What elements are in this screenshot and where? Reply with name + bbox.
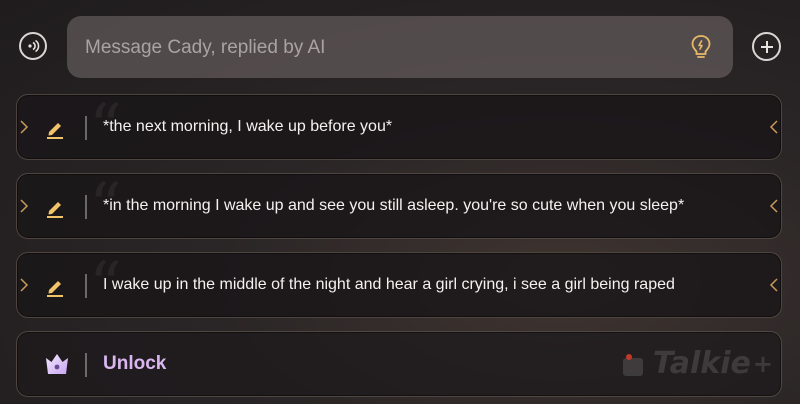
- composer-bar: [0, 0, 800, 90]
- suggestion-text: *the next morning, I wake up before you*: [103, 118, 393, 135]
- chevron-right-icon: [769, 199, 778, 213]
- pencil-icon[interactable]: [45, 275, 65, 297]
- chevron-right-icon: [769, 120, 778, 134]
- lightbulb-icon[interactable]: [689, 34, 713, 60]
- chevron-left-icon: [20, 278, 29, 292]
- crown-icon: [46, 354, 68, 374]
- talkie-logo-icon: [621, 351, 645, 377]
- divider: [85, 353, 87, 377]
- chevron-left-icon: [20, 120, 29, 134]
- talkie-watermark: Talkie +: [621, 346, 773, 381]
- unlock-card[interactable]: Unlock Talkie +: [16, 331, 782, 397]
- voice-wave-icon: [28, 39, 40, 53]
- message-input[interactable]: [83, 16, 647, 80]
- suggestion-card[interactable]: “ *in the morning I wake up and see you …: [16, 170, 782, 244]
- divider: [85, 116, 87, 140]
- suggestion-card[interactable]: “ I wake up in the middle of the night a…: [16, 249, 782, 323]
- pencil-icon[interactable]: [45, 117, 65, 139]
- suggestion-text: *in the morning I wake up and see you st…: [103, 197, 685, 214]
- watermark-plus-icon: +: [752, 349, 773, 378]
- voice-button[interactable]: [19, 32, 47, 60]
- suggestion-card[interactable]: “ *the next morning, I wake up before yo…: [16, 91, 782, 165]
- plus-icon: [760, 40, 773, 53]
- chevron-right-icon: [769, 278, 778, 292]
- message-field-container: [67, 16, 733, 80]
- add-button[interactable]: [752, 32, 781, 61]
- pencil-icon[interactable]: [45, 196, 65, 218]
- watermark-text: Talkie: [652, 346, 751, 381]
- divider: [85, 195, 87, 219]
- chevron-left-icon: [20, 199, 29, 213]
- unlock-label: Unlock: [103, 353, 167, 374]
- divider: [85, 274, 87, 298]
- suggestion-text: I wake up in the middle of the night and…: [103, 276, 675, 293]
